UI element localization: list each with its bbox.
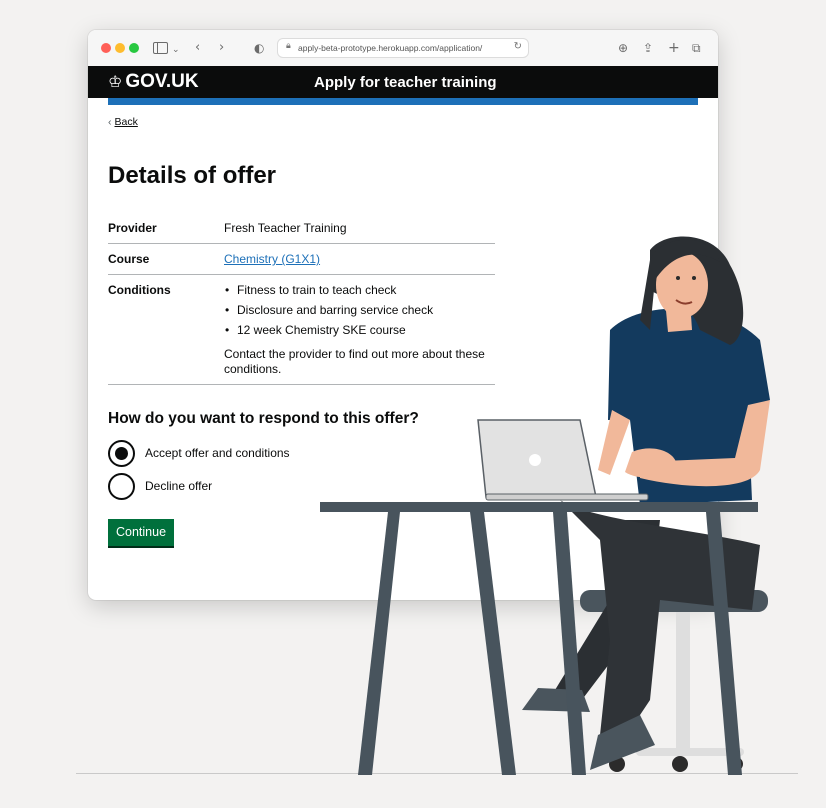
woman-at-desk-illustration [320,236,770,775]
woman-torso [598,308,770,505]
